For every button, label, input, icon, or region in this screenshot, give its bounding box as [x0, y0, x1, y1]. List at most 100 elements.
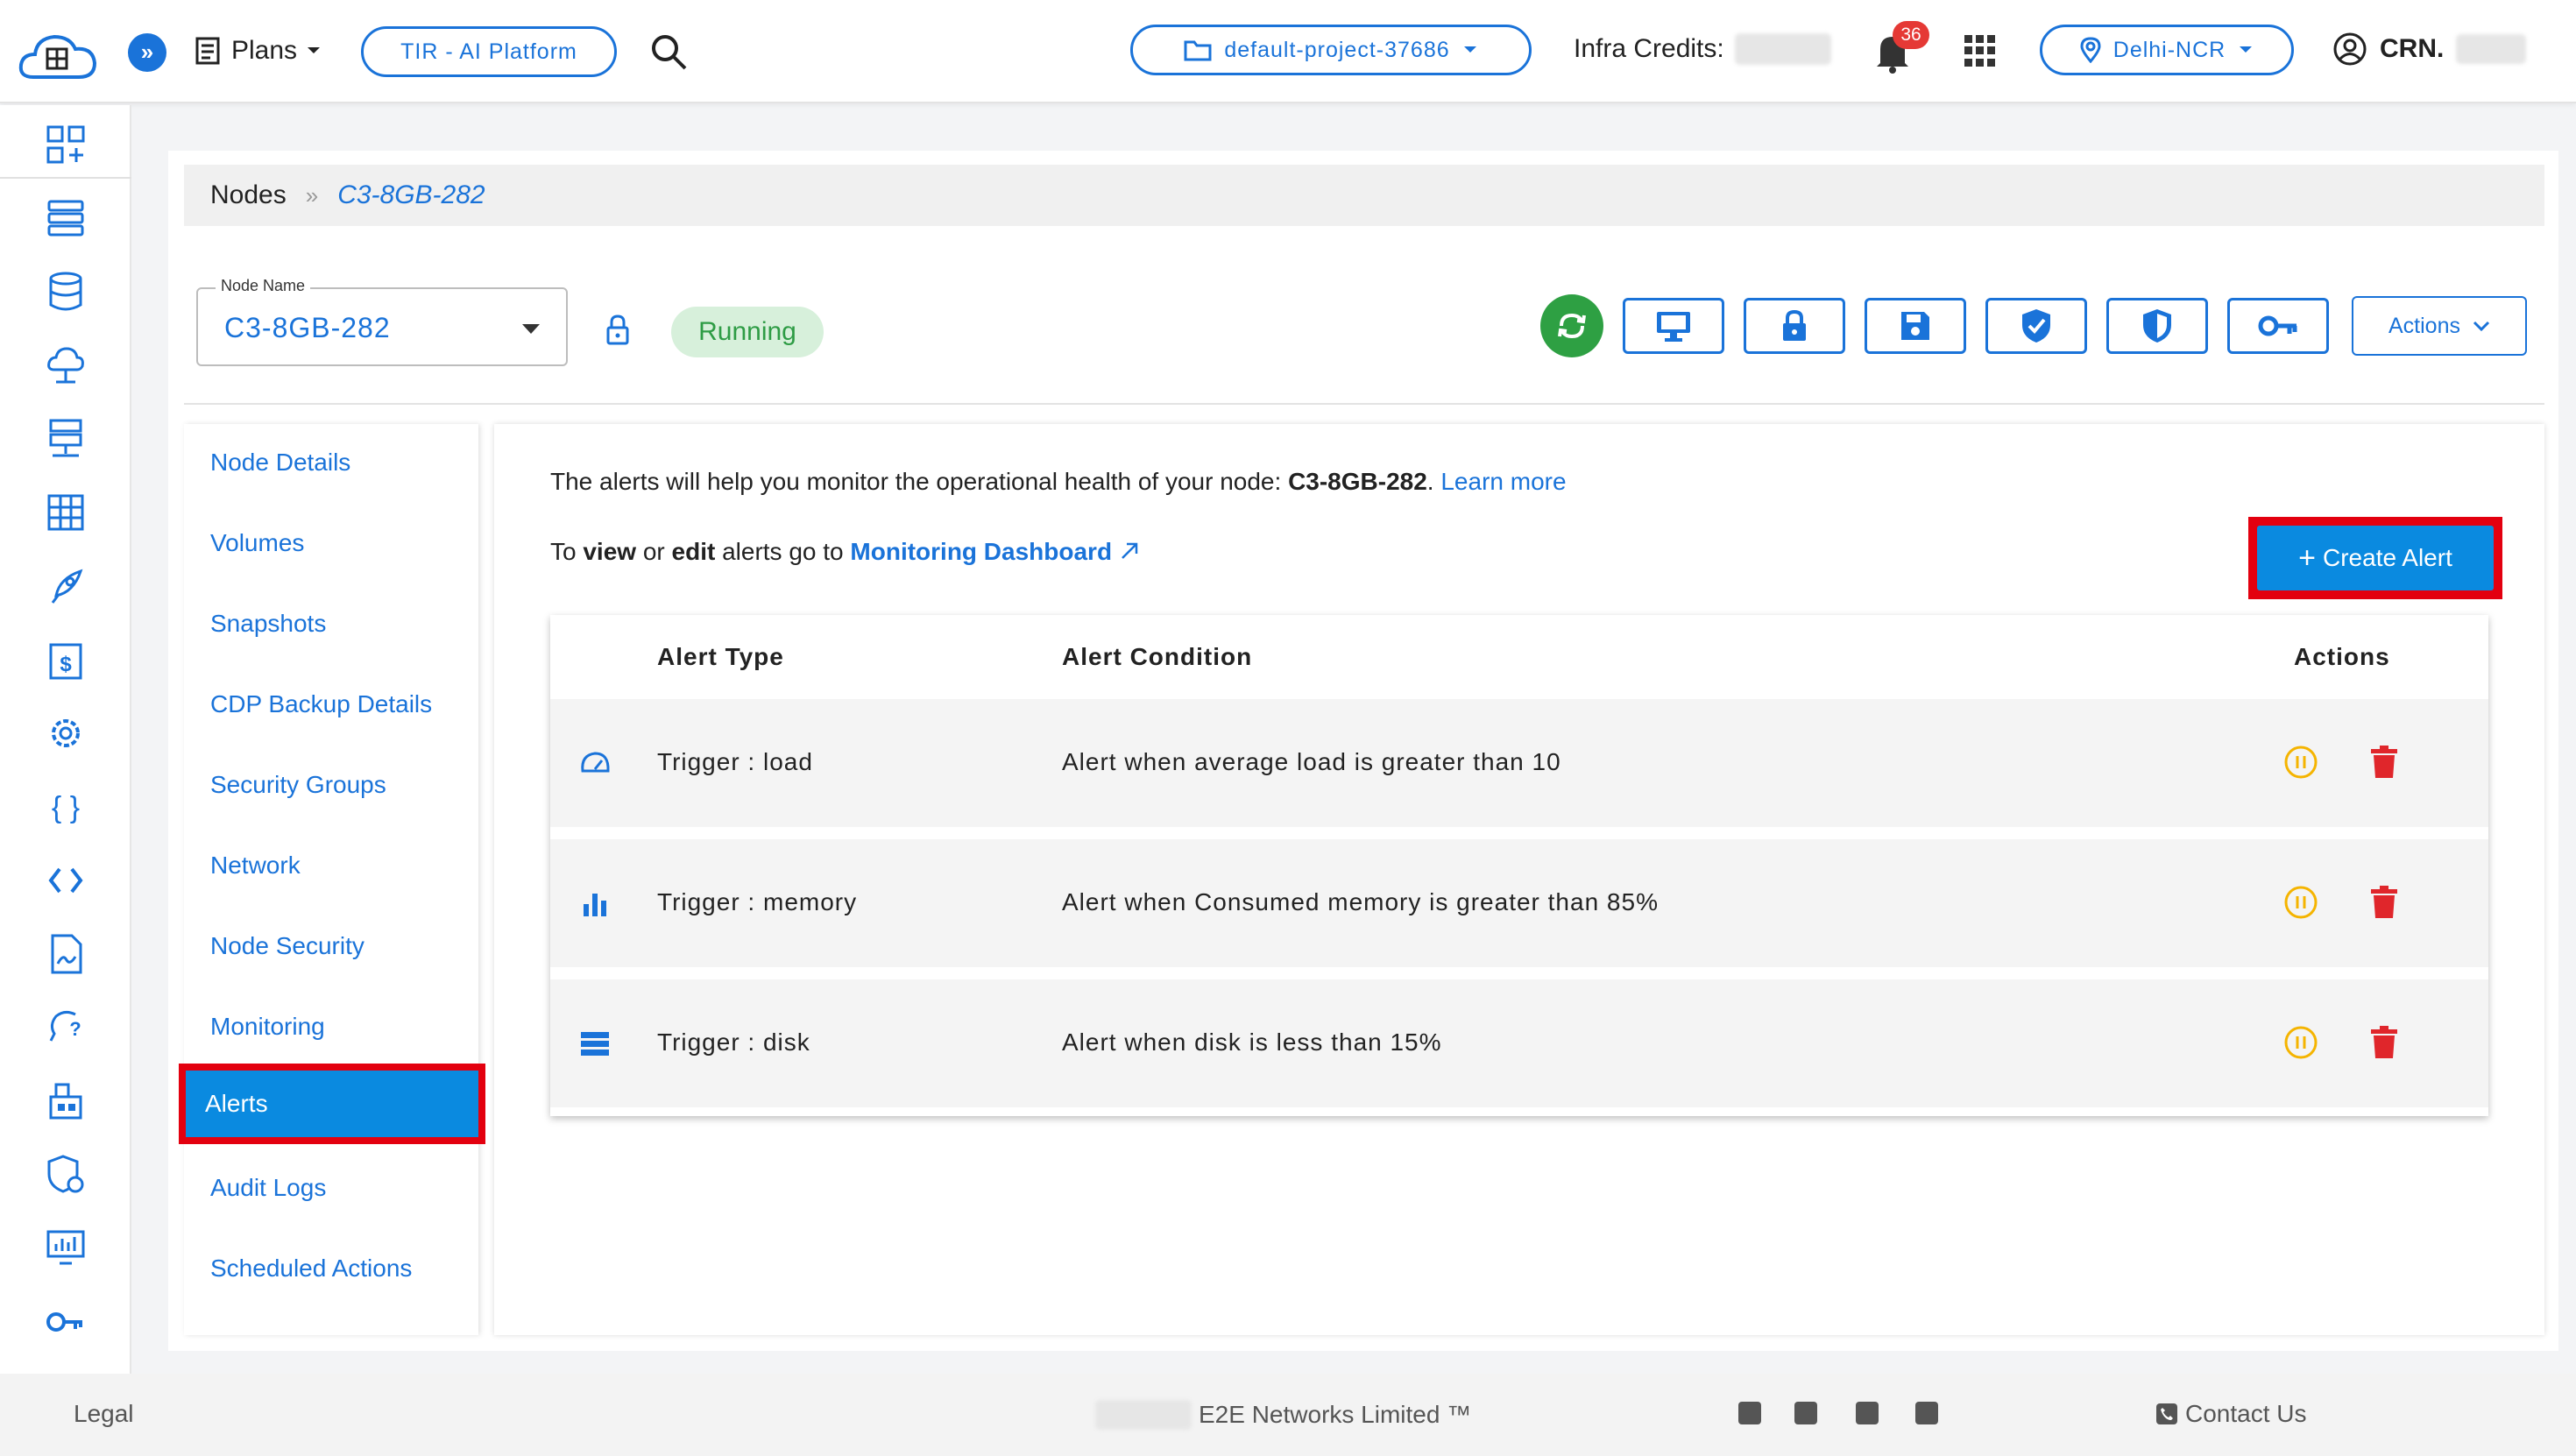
column-actions: Actions: [2294, 643, 2390, 670]
nav-snapshots[interactable]: Snapshots: [184, 590, 478, 657]
actions-label: Actions: [2388, 313, 2460, 338]
rss-icon[interactable]: [1915, 1402, 1938, 1424]
curly-braces-icon[interactable]: { }: [44, 785, 88, 829]
pause-icon[interactable]: [2283, 1025, 2318, 1060]
security-icon[interactable]: [44, 1153, 88, 1197]
settings-icon[interactable]: [44, 711, 88, 755]
tir-platform-button[interactable]: TIR - AI Platform: [361, 26, 617, 77]
billing-icon[interactable]: $: [44, 638, 88, 682]
edit-word: edit: [671, 538, 716, 565]
plus-icon: +: [2298, 541, 2316, 575]
account-id-redacted: [2456, 34, 2527, 64]
delete-icon[interactable]: [2369, 745, 2399, 780]
lock-node-button[interactable]: [1744, 298, 1845, 354]
nav-audit-logs[interactable]: Audit Logs: [184, 1155, 478, 1221]
alerts-content: The alerts will help you monitor the ope…: [494, 424, 2544, 1335]
ssh-key-button[interactable]: [2227, 298, 2329, 354]
infra-credits: Infra Credits:: [1574, 33, 1831, 65]
monitor-icon[interactable]: [44, 1226, 88, 1270]
nav-alerts-highlight: Alerts: [179, 1064, 485, 1144]
nav-network[interactable]: Network: [184, 832, 478, 899]
region-name: Delhi-NCR: [2112, 37, 2226, 62]
linkedin-icon[interactable]: [1738, 1402, 1761, 1424]
delete-icon[interactable]: [2369, 1025, 2399, 1060]
account-menu[interactable]: CRN.: [2332, 32, 2527, 67]
save-icon: [1901, 312, 1929, 340]
grid-table-icon[interactable]: [44, 491, 88, 534]
legal-link[interactable]: Legal: [74, 1400, 134, 1428]
view-word: view: [583, 538, 637, 565]
node-name-select[interactable]: Node Name C3-8GB-282: [196, 277, 568, 366]
search-icon[interactable]: [648, 32, 689, 72]
contact-us-link[interactable]: Contact Us: [2155, 1400, 2307, 1428]
project-selector[interactable]: default-project-37686: [1130, 25, 1532, 75]
actions-dropdown[interactable]: Actions: [2352, 296, 2527, 356]
save-image-button[interactable]: [1865, 298, 1966, 354]
console-button[interactable]: [1623, 298, 1724, 354]
pause-icon[interactable]: [2283, 745, 2318, 780]
rocket-icon[interactable]: [44, 564, 88, 608]
support-chat-icon[interactable]: ?: [44, 1006, 88, 1050]
region-selector[interactable]: Delhi-NCR: [2040, 25, 2294, 75]
code-icon[interactable]: [44, 859, 88, 902]
chevron-down-icon: [308, 47, 321, 53]
database-icon[interactable]: [44, 270, 88, 314]
key-icon[interactable]: [44, 1300, 88, 1344]
external-link-icon: [1121, 542, 1138, 559]
alerts-table: Alert Type Alert Condition Actions Trigg…: [550, 615, 2488, 1116]
breadcrumb-nodes-link[interactable]: Nodes: [210, 180, 287, 210]
left-sidebar: $ { } ?: [0, 105, 131, 1375]
create-alert-highlight: + Create Alert: [2248, 517, 2502, 599]
plans-label: Plans: [231, 36, 298, 65]
chevron-down-icon: [522, 324, 540, 334]
node-detail-nav: Node Details Volumes Snapshots CDP Backu…: [179, 424, 485, 1335]
nav-node-security[interactable]: Node Security: [184, 913, 478, 979]
nav-scheduled-actions[interactable]: Scheduled Actions: [184, 1235, 478, 1302]
location-pin-icon: [2080, 37, 2101, 63]
alert-type: Trigger : memory: [657, 888, 858, 915]
refresh-icon: [1558, 313, 1586, 339]
shield-half-icon: [2143, 309, 2171, 343]
expand-sidebar-button[interactable]: »: [128, 33, 166, 72]
cloud-upload-icon[interactable]: [44, 343, 88, 387]
lock-icon[interactable]: [605, 314, 631, 345]
apps-grid-icon[interactable]: [1964, 35, 1996, 67]
svg-text:{ }: { }: [52, 791, 80, 824]
e2e-cloud-logo[interactable]: [16, 30, 100, 86]
view-suffix: alerts go to: [715, 538, 851, 565]
x-twitter-icon[interactable]: [1856, 1402, 1879, 1424]
dashboard-icon[interactable]: [44, 123, 88, 166]
nav-alerts[interactable]: Alerts: [186, 1071, 478, 1137]
create-alert-button[interactable]: + Create Alert: [2257, 526, 2494, 590]
delete-icon[interactable]: [2369, 885, 2399, 920]
contact-us-label: Contact Us: [2185, 1400, 2307, 1427]
nodes-icon[interactable]: [44, 196, 88, 240]
alert-type: Trigger : disk: [657, 1028, 810, 1056]
svg-text:$: $: [60, 653, 72, 676]
pause-icon[interactable]: [2283, 885, 2318, 920]
nav-node-details[interactable]: Node Details: [184, 429, 478, 496]
learn-more-link[interactable]: Learn more: [1440, 468, 1566, 495]
chevron-down-icon: [2240, 46, 2253, 53]
plans-icon: [195, 37, 220, 65]
alert-condition: Alert when disk is less than 15%: [1062, 1028, 1442, 1056]
nav-monitoring[interactable]: Monitoring: [184, 993, 478, 1060]
shield-check-icon: [2022, 309, 2050, 343]
nav-security-groups[interactable]: Security Groups: [184, 752, 478, 818]
plans-menu[interactable]: Plans: [195, 32, 322, 70]
firewall-button[interactable]: [2106, 298, 2208, 354]
svg-text:?: ?: [69, 1018, 81, 1040]
nav-volumes[interactable]: Volumes: [184, 510, 478, 576]
security-check-button[interactable]: [1985, 298, 2087, 354]
refresh-button[interactable]: [1540, 294, 1603, 357]
company-logo-redacted: [1095, 1400, 1192, 1430]
monitoring-dashboard-label: Monitoring Dashboard: [850, 538, 1113, 565]
monitoring-dashboard-link[interactable]: Monitoring Dashboard: [850, 538, 1139, 565]
nav-cdp-backup-details[interactable]: CDP Backup Details: [184, 671, 478, 738]
notification-badge: 36: [1893, 21, 1929, 49]
document-icon[interactable]: [44, 932, 88, 976]
marketplace-icon[interactable]: [44, 1079, 88, 1123]
load-balancer-icon[interactable]: [44, 417, 88, 461]
company-name: E2E Networks Limited ™: [1199, 1401, 1472, 1428]
facebook-icon[interactable]: [1794, 1402, 1817, 1424]
